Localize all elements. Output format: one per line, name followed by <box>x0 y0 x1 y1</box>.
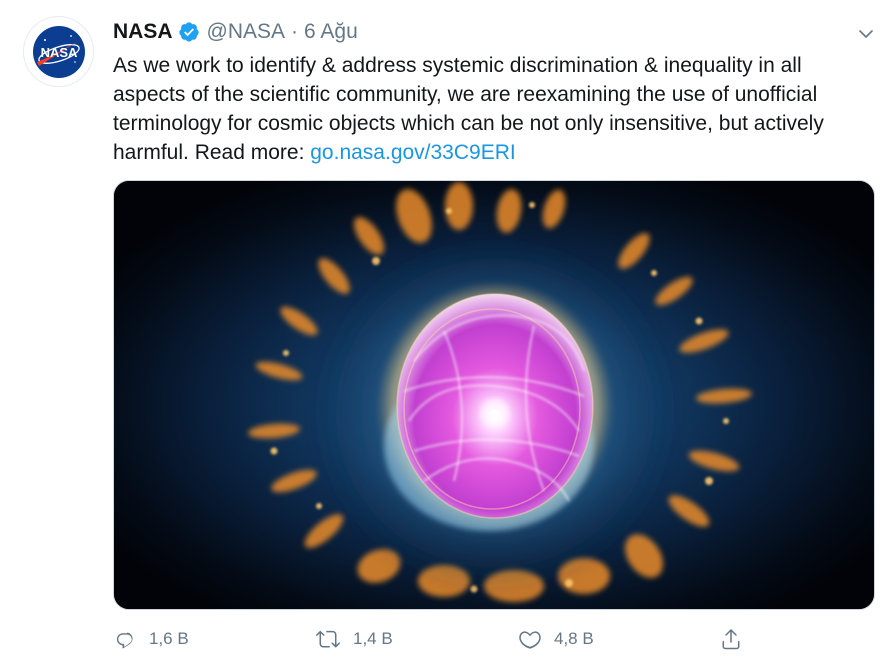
reply-count: 1,6 B <box>149 629 189 648</box>
verified-badge-icon <box>178 21 200 43</box>
like-count: 4,8 B <box>554 629 594 648</box>
like-button[interactable]: 4,8 B <box>518 624 594 654</box>
retweet-button[interactable]: 1,4 B <box>315 624 393 654</box>
tweet[interactable]: NASA NASA @NASA · 6 Ağu As we work to id… <box>0 0 895 668</box>
author-name[interactable]: NASA <box>113 18 173 46</box>
tweet-image[interactable] <box>113 180 875 610</box>
chevron-down-icon[interactable] <box>854 22 878 46</box>
author-handle[interactable]: @NASA <box>207 18 286 46</box>
tweet-link[interactable]: go.nasa.gov/33C9ERI <box>310 141 515 164</box>
tweet-text: As we work to identify & address systemi… <box>113 51 878 167</box>
retweet-icon <box>316 630 340 648</box>
retweet-count: 1,4 B <box>353 629 393 648</box>
nasa-logo-icon: NASA <box>32 25 85 78</box>
reply-icon <box>116 632 133 649</box>
tweet-date[interactable]: 6 Ağu <box>304 18 358 46</box>
nasa-logo-text: NASA <box>40 45 77 60</box>
avatar[interactable]: NASA <box>23 16 94 87</box>
share-icon <box>722 629 740 650</box>
share-button[interactable] <box>719 624 743 654</box>
tweet-actions: 1,6 B 1,4 B 4,8 B <box>113 624 875 654</box>
tweet-header: NASA @NASA · 6 Ağu <box>113 18 358 46</box>
heart-icon <box>519 631 541 649</box>
nebula-image <box>114 181 874 609</box>
reply-button[interactable]: 1,6 B <box>113 624 189 654</box>
separator-dot: · <box>291 20 299 43</box>
